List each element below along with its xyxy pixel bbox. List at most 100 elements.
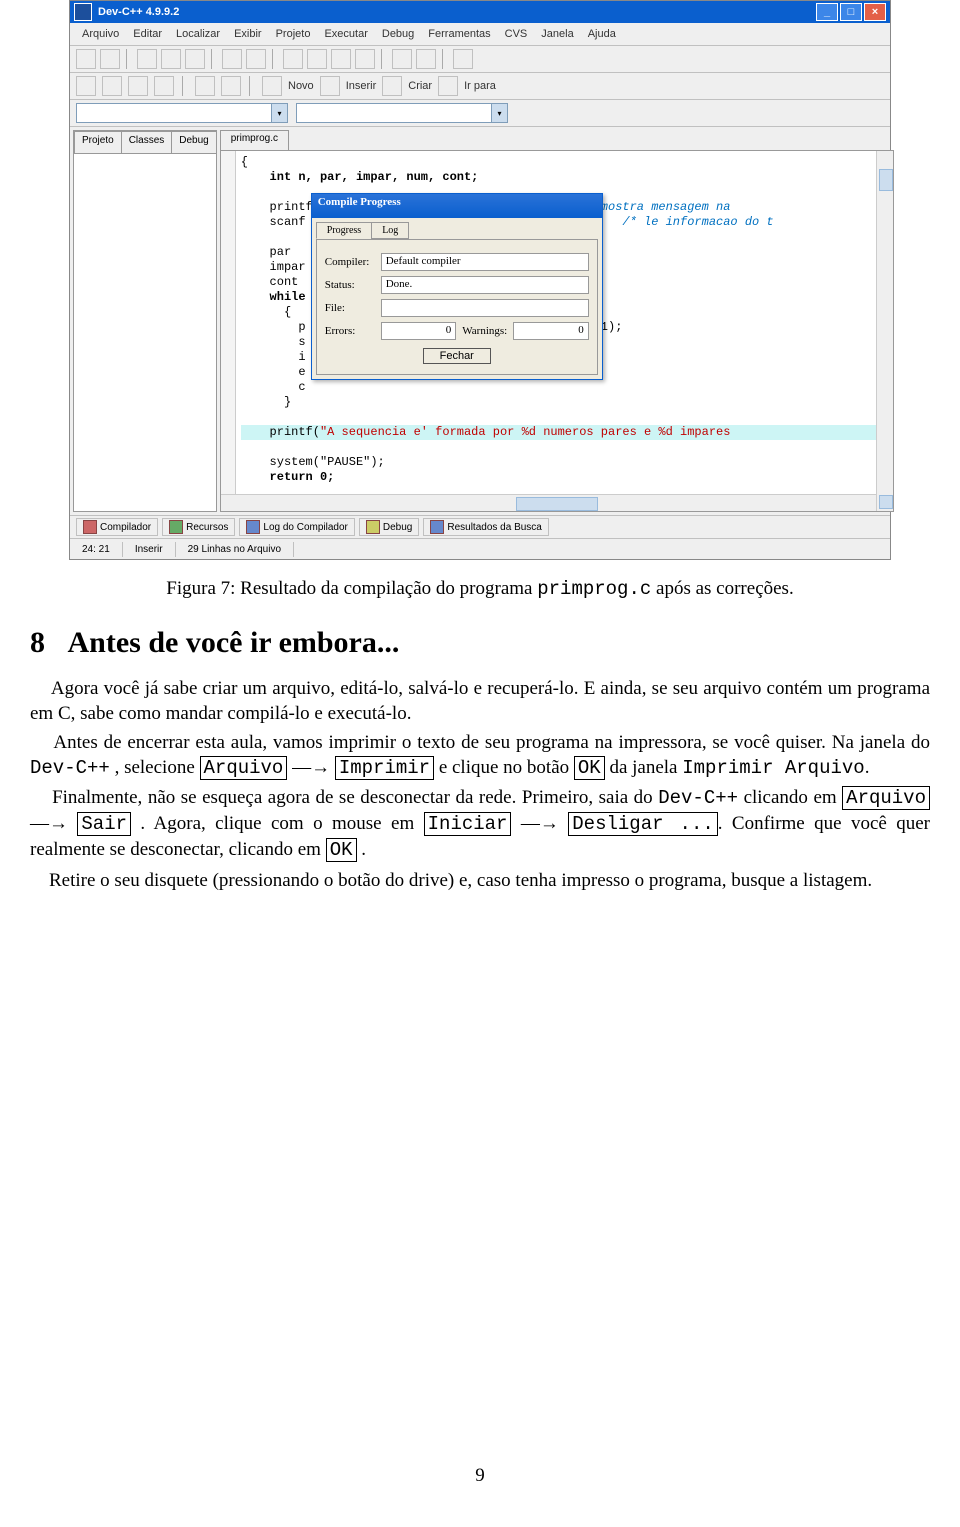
goto-icon[interactable] — [355, 49, 375, 69]
devcpp-window: Dev-C++ 4.9.9.2 _ □ × Arquivo Editar Loc… — [69, 0, 891, 560]
menu-arquivo[interactable]: Arquivo — [76, 26, 125, 42]
status-pos: 24: 21 — [70, 542, 123, 557]
open-icon[interactable] — [100, 49, 120, 69]
combo-row: ▾ ▾ — [70, 100, 890, 127]
menubar: Arquivo Editar Localizar Exibir Projeto … — [70, 23, 890, 46]
sidetab-debug[interactable]: Debug — [171, 131, 216, 153]
page-number: 9 — [0, 1465, 960, 1487]
debug-icon[interactable] — [453, 49, 473, 69]
window-title: Dev-C++ 4.9.9.2 — [98, 6, 179, 18]
menu-executar[interactable]: Executar — [318, 26, 373, 42]
status-label: Status: — [325, 279, 375, 291]
btab-compilador[interactable]: Compilador — [76, 518, 158, 536]
btab-debug[interactable]: Debug — [359, 518, 419, 536]
statusbar: 24: 21 Inserir 29 Linhas no Arquivo — [70, 538, 890, 559]
about-icon[interactable] — [221, 76, 241, 96]
grid3-icon[interactable] — [128, 76, 148, 96]
resources-icon — [169, 520, 183, 534]
btab-log[interactable]: Log do Compilador — [239, 518, 355, 536]
log-icon — [246, 520, 260, 534]
saveall-icon[interactable] — [161, 49, 181, 69]
chevron-down-icon: ▾ — [491, 104, 507, 122]
sidebar-body — [74, 154, 216, 511]
combo-class[interactable]: ▾ — [76, 103, 288, 123]
gutter — [221, 151, 236, 511]
sidetab-classes[interactable]: Classes — [121, 131, 173, 153]
file-value — [381, 299, 589, 317]
grid2-icon[interactable] — [102, 76, 122, 96]
errors-label: Errors: — [325, 325, 375, 337]
status-mode: Inserir — [123, 542, 176, 557]
btab-recursos[interactable]: Recursos — [162, 518, 235, 536]
new-icon[interactable] — [76, 49, 96, 69]
paragraph-4: Retire o seu disquete (pressionando o bo… — [30, 868, 930, 893]
titlebar: Dev-C++ 4.9.9.2 _ □ × — [70, 1, 890, 23]
chevron-down-icon: ▾ — [271, 104, 287, 122]
compiler-label: Compiler: — [325, 256, 375, 268]
toolbar-secondary: Novo Inserir Criar Ir para — [70, 73, 890, 100]
redo-icon[interactable] — [246, 49, 266, 69]
menu-janela[interactable]: Janela — [535, 26, 579, 42]
help-icon[interactable] — [195, 76, 215, 96]
save-icon[interactable] — [137, 49, 157, 69]
horizontal-scrollbar[interactable] — [221, 494, 877, 511]
combo-member[interactable]: ▾ — [296, 103, 508, 123]
inserir-label: Inserir — [346, 80, 377, 92]
fechar-button[interactable]: Fechar — [423, 348, 491, 364]
paragraph-3: Finalmente, não se esqueça agora de se d… — [30, 785, 930, 863]
btab-busca[interactable]: Resultados da Busca — [423, 518, 549, 536]
criar-label: Criar — [408, 80, 432, 92]
grid4-icon[interactable] — [154, 76, 174, 96]
sidebar: Projeto Classes Debug — [73, 130, 217, 512]
novo-label: Novo — [288, 80, 314, 92]
debug2-icon — [366, 520, 380, 534]
undo-icon[interactable] — [222, 49, 242, 69]
app-icon — [74, 3, 92, 21]
print-icon[interactable] — [185, 49, 205, 69]
menu-cvs[interactable]: CVS — [499, 26, 534, 42]
irpara-label: Ir para — [464, 80, 496, 92]
menu-debug[interactable]: Debug — [376, 26, 420, 42]
file-label: File: — [325, 302, 375, 314]
menu-editar[interactable]: Editar — [127, 26, 168, 42]
maximize-button[interactable]: □ — [840, 3, 862, 21]
dialog-tab-progress[interactable]: Progress — [316, 222, 372, 239]
menu-projeto[interactable]: Projeto — [270, 26, 317, 42]
warnings-label: Warnings: — [462, 325, 507, 337]
compile-progress-dialog: Compile Progress Progress Log Compiler: D… — [311, 193, 603, 380]
sidetab-projeto[interactable]: Projeto — [74, 131, 122, 153]
paragraph-1: Agora você já sabe criar um arquivo, edi… — [30, 676, 930, 726]
replace-icon[interactable] — [307, 49, 327, 69]
menu-ajuda[interactable]: Ajuda — [582, 26, 622, 42]
findnext-icon[interactable] — [331, 49, 351, 69]
create-icon[interactable] — [382, 76, 402, 96]
search-icon — [430, 520, 444, 534]
compiler-value: Default compiler — [381, 253, 589, 271]
minimize-button[interactable]: _ — [816, 3, 838, 21]
errors-value: 0 — [381, 322, 457, 340]
find-icon[interactable] — [283, 49, 303, 69]
menu-localizar[interactable]: Localizar — [170, 26, 226, 42]
menu-ferramentas[interactable]: Ferramentas — [422, 26, 496, 42]
dialog-title: Compile Progress — [312, 194, 602, 218]
dialog-tab-log[interactable]: Log — [371, 222, 409, 239]
figure-caption: Figura 7: Resultado da compilação do pro… — [30, 578, 930, 600]
menu-exibir[interactable]: Exibir — [228, 26, 268, 42]
bottom-tabs: Compilador Recursos Log do Compilador De… — [70, 515, 890, 538]
goto2-icon[interactable] — [438, 76, 458, 96]
editor: primprog.c { int n, par, impar, num, con… — [220, 130, 894, 512]
vertical-scrollbar[interactable] — [876, 151, 893, 511]
run-icon[interactable] — [416, 49, 436, 69]
grid1-icon[interactable] — [76, 76, 96, 96]
compile-icon[interactable] — [392, 49, 412, 69]
warnings-value: 0 — [513, 322, 589, 340]
status-lines: 29 Linhas no Arquivo — [176, 542, 294, 557]
paragraph-2: Antes de encerrar esta aula, vamos impri… — [30, 730, 930, 781]
close-button[interactable]: × — [864, 3, 886, 21]
code-area[interactable]: { int n, par, impar, num, cont; printf("… — [220, 150, 894, 512]
section-heading: 8 Antes de você ir embora... — [30, 626, 930, 660]
editor-tab[interactable]: primprog.c — [220, 130, 289, 150]
new2-icon[interactable] — [262, 76, 282, 96]
compiler-icon — [83, 520, 97, 534]
insert-icon[interactable] — [320, 76, 340, 96]
